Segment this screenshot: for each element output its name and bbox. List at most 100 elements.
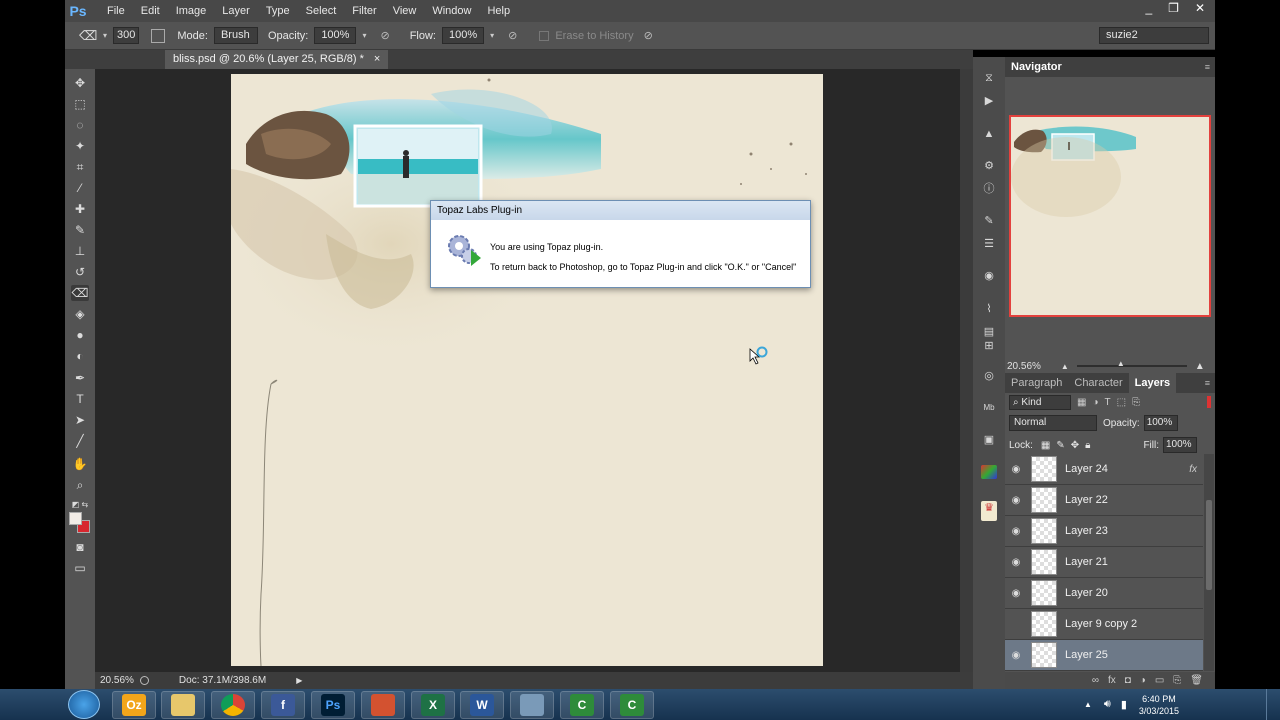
eraser-tool-icon[interactable]: ⌫ (71, 285, 89, 301)
brush-panel-icon[interactable]: ✎ (981, 214, 997, 228)
layer-name[interactable]: Layer 22 (1065, 494, 1203, 506)
menu-window[interactable]: Window (424, 5, 479, 17)
hand-tool-icon[interactable]: ✋ (71, 456, 89, 472)
volume-icon[interactable]: 🔊︎ (1104, 698, 1111, 711)
lasso-tool-icon[interactable]: ◌ (71, 117, 89, 133)
lock-position-icon[interactable]: ✥ (1071, 440, 1079, 451)
taskbar-excel-button[interactable]: X (411, 691, 455, 719)
mode-select[interactable]: Brush (213, 27, 258, 44)
document-canvas[interactable] (231, 74, 823, 666)
healing-brush-tool-icon[interactable]: ✚ (71, 201, 89, 217)
restore-button[interactable]: ❐ (1168, 0, 1179, 16)
fill-field[interactable]: 100% (1163, 437, 1197, 453)
blur-tool-icon[interactable]: ● (71, 327, 89, 343)
status-zoom[interactable]: 20.56% (100, 675, 134, 686)
new-layer-icon[interactable]: ⎘ (1173, 675, 1181, 686)
delete-layer-icon[interactable]: 🗑︎ (1190, 675, 1203, 686)
pen-tool-icon[interactable]: ✒ (71, 370, 89, 386)
type-tool-icon[interactable]: T (71, 391, 89, 407)
menu-filter[interactable]: Filter (344, 5, 384, 17)
photoshop-logo[interactable]: Ps (65, 0, 91, 22)
move-tool-icon[interactable]: ✥ (71, 75, 89, 91)
eraser-tool-icon[interactable]: ⌫ (79, 28, 97, 44)
tab-layers[interactable]: Layers (1128, 373, 1177, 393)
visibility-eye-icon[interactable]: ◉ (1005, 464, 1027, 475)
history-panel-icon[interactable]: ⧖ (981, 71, 997, 85)
paint-bucket-tool-icon[interactable]: ◈ (71, 306, 89, 322)
pressure-opacity-icon[interactable]: ⊘ (380, 29, 389, 42)
layer-style-icon[interactable]: fx (1108, 675, 1116, 686)
layer-name[interactable]: Layer 21 (1065, 556, 1203, 568)
workspace-select[interactable]: suzie2 (1099, 27, 1209, 44)
document-tab[interactable]: bliss.psd @ 20.6% (Layer 25, RGB/8) * × (165, 50, 389, 69)
menu-view[interactable]: View (385, 5, 425, 17)
lock-all-icon[interactable]: 🔒︎ (1085, 440, 1090, 451)
line-tool-icon[interactable]: ╱ (71, 433, 89, 449)
path-selection-tool-icon[interactable]: ➤ (71, 412, 89, 428)
layer-name[interactable]: Layer 9 copy 2 (1065, 618, 1203, 630)
document-tab-close-icon[interactable]: × (374, 50, 380, 69)
history-brush-tool-icon[interactable]: ↺ (71, 264, 89, 280)
layer-name[interactable]: Layer 25 (1065, 649, 1203, 661)
taskbar-outlook-button[interactable]: Oz (112, 691, 156, 719)
marquee-tool-icon[interactable]: ⬚ (71, 96, 89, 112)
close-button[interactable]: ✕ (1195, 0, 1205, 16)
canvas-scrollbar[interactable] (960, 69, 973, 672)
opacity-field[interactable]: 100% (314, 27, 357, 44)
visibility-eye-icon[interactable]: ◉ (1005, 526, 1027, 537)
notes-panel-icon[interactable]: ▣ (981, 433, 997, 447)
menu-edit[interactable]: Edit (133, 5, 168, 17)
styles-panel-icon[interactable]: ◉ (981, 269, 997, 283)
menu-layer[interactable]: Layer (214, 5, 258, 17)
filter-shape-icon[interactable]: ⬚ (1117, 397, 1126, 408)
layer-thumbnail[interactable] (1031, 642, 1057, 668)
layer-row[interactable]: ◉ Layer 25 (1005, 640, 1203, 671)
filter-smart-icon[interactable]: ⎘ (1132, 397, 1140, 408)
actions-panel-icon[interactable]: ▶ (981, 94, 997, 108)
menu-image[interactable]: Image (168, 5, 215, 17)
properties-panel-icon[interactable]: ⊞ (981, 339, 997, 353)
menu-help[interactable]: Help (479, 5, 518, 17)
lock-transparency-icon[interactable]: ▦ (1041, 440, 1050, 451)
layer-row[interactable]: Layer 9 copy 2 (1005, 609, 1203, 640)
tool-presets-panel-icon[interactable]: ⚙ (981, 159, 997, 173)
info-panel-icon[interactable]: ⓘ (981, 182, 997, 196)
link-layers-icon[interactable]: ∞ (1092, 675, 1099, 686)
clock[interactable]: 6:40 PM 3/03/2015 (1139, 693, 1179, 717)
start-button[interactable] (68, 690, 100, 719)
taskbar-word-button[interactable]: W (460, 691, 504, 719)
layers-menu-icon[interactable]: ≡ (1205, 378, 1210, 388)
brush-tool-icon[interactable]: ✎ (71, 222, 89, 238)
layer-thumbnail[interactable] (1031, 518, 1057, 544)
visibility-eye-icon[interactable]: ◉ (1005, 557, 1027, 568)
navigator-zoom-value[interactable]: 20.56% (1007, 361, 1041, 372)
layer-row[interactable]: ◉ Layer 20 (1005, 578, 1203, 609)
blend-mode-select[interactable]: Normal (1009, 415, 1097, 431)
zoom-tool-icon[interactable]: ⌕ (71, 477, 89, 493)
zoom-in-icon[interactable]: ▲ (1195, 361, 1205, 372)
screen-mode-icon[interactable]: ▭ (71, 560, 89, 576)
filter-adjustment-icon[interactable]: ◑ (1092, 397, 1098, 408)
lock-pixels-icon[interactable]: ✎ (1056, 440, 1064, 451)
layer-row[interactable]: ◉ Layer 23 (1005, 516, 1203, 547)
swatches-panel-icon[interactable]: ◎ (981, 369, 997, 383)
mini-bridge-panel-icon[interactable]: Mb (981, 401, 997, 415)
layer-fx-badge[interactable]: fx (1189, 464, 1197, 475)
taskbar-photoshop-button[interactable]: Ps (311, 691, 355, 719)
eyedropper-tool-icon[interactable]: ⁄ (71, 180, 89, 196)
network-icon[interactable]: ▮ (1121, 698, 1127, 711)
preset-dropdown-arrow[interactable]: ▾ (103, 31, 107, 40)
layer-row[interactable]: ◉ Layer 22 (1005, 485, 1203, 516)
tab-paragraph[interactable]: Paragraph (1005, 377, 1068, 389)
filter-pixel-icon[interactable]: ▦ (1077, 397, 1086, 408)
taskbar-explorer-button[interactable] (161, 691, 205, 719)
opacity-arrow-icon[interactable]: ▾ (362, 31, 366, 40)
adjustments-panel-icon[interactable]: ☰ (981, 237, 997, 251)
taskbar-screen-button[interactable] (510, 691, 554, 719)
zoom-slider-thumb-icon[interactable]: ▲ (1117, 359, 1125, 368)
taskbar-camtasia-button[interactable]: C (560, 691, 604, 719)
new-group-icon[interactable]: ▭ (1155, 675, 1164, 686)
plugin-panel-2-icon[interactable]: ♛ (981, 501, 997, 521)
tray-arrow-icon[interactable]: ▲ (1084, 700, 1092, 709)
layer-thumbnail[interactable] (1031, 549, 1057, 575)
